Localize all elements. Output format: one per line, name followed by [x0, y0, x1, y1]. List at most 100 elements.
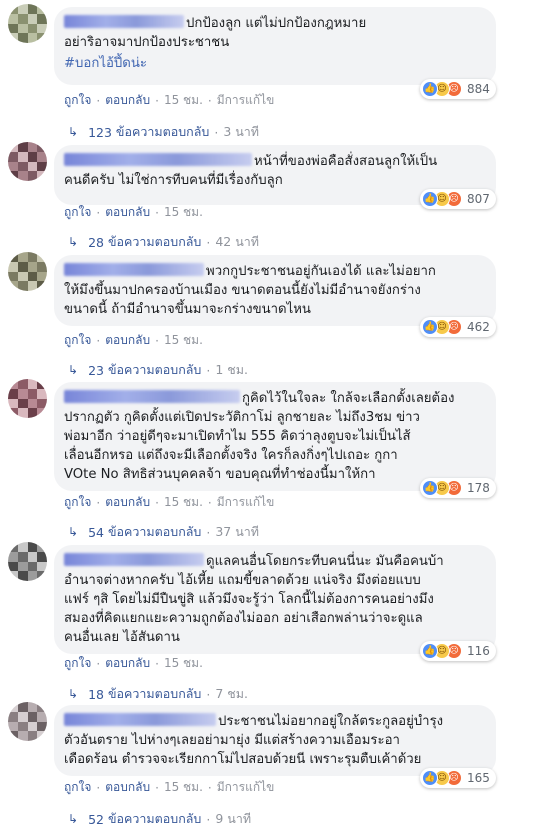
reply-timestamp: 7 ชม.: [215, 686, 248, 701]
reply-arrow-icon: ↳: [68, 125, 79, 139]
reply-count: 18: [88, 686, 104, 702]
avatar[interactable]: [8, 702, 47, 741]
view-replies-link[interactable]: ↳ 23 ข้อความตอบกลับ · 1 ชม.: [68, 360, 248, 380]
reply-arrow-icon: ↳: [68, 687, 79, 701]
avatar[interactable]: [8, 4, 47, 43]
reply-arrow-icon: ↳: [68, 235, 79, 249]
author-name[interactable]: [64, 15, 184, 28]
author-name[interactable]: [64, 390, 240, 403]
comment-timestamp[interactable]: 15 ชม.: [164, 203, 203, 222]
avatar[interactable]: [8, 252, 47, 291]
reply-link[interactable]: ตอบกลับ: [105, 91, 150, 110]
replies-label: ข้อความตอบกลับ: [107, 811, 202, 826]
separator-dot: ·: [206, 362, 211, 378]
replies-label: ข้อความตอบกลับ: [107, 234, 202, 249]
edited-label[interactable]: มีการแก้ไข: [217, 91, 275, 110]
reply-link[interactable]: ตอบกลับ: [105, 778, 150, 797]
separator-dot: ·: [96, 495, 101, 510]
comment-bubble: พวกกูประชาชนอยู่กันเองได้ และไม่อยาก ให้…: [54, 255, 496, 326]
reaction-count: 116: [467, 644, 490, 658]
view-replies-link[interactable]: ↳ 18 ข้อความตอบกลับ · 7 ชม.: [68, 684, 248, 704]
reactions-summary[interactable]: 👍 ☺ ☹ 116: [420, 641, 496, 661]
reply-timestamp: 1 ชม.: [215, 362, 248, 377]
separator-dot: ·: [206, 811, 211, 827]
reply-link[interactable]: ตอบกลับ: [105, 203, 150, 222]
like-link[interactable]: ถูกใจ: [64, 91, 91, 110]
separator-dot: ·: [96, 656, 101, 671]
replies-label: ข้อความตอบกลับ: [107, 362, 202, 377]
like-link[interactable]: ถูกใจ: [64, 203, 91, 222]
reply-link[interactable]: ตอบกลับ: [105, 331, 150, 350]
separator-dot: ·: [155, 205, 159, 220]
comment-timestamp[interactable]: 15 ชม.: [164, 778, 203, 797]
like-reaction-icon: 👍: [422, 191, 438, 207]
like-link[interactable]: ถูกใจ: [64, 778, 91, 797]
view-replies-link[interactable]: ↳ 123 ข้อความตอบกลับ · 3 นาที: [68, 122, 259, 142]
reply-count: 28: [88, 234, 104, 250]
reply-count: 23: [88, 362, 104, 378]
comment-actions: ถูกใจ · ตอบกลับ · 15 ชม.: [64, 654, 203, 673]
separator-dot: ·: [96, 333, 101, 348]
comment-timestamp[interactable]: 15 ชม.: [164, 654, 203, 673]
reactions-summary[interactable]: 👍 ☺ ☹ 884: [420, 79, 496, 99]
comment-actions: ถูกใจ · ตอบกลับ · 15 ชม.: [64, 203, 203, 222]
reply-timestamp: 9 นาที: [215, 811, 252, 826]
comment-actions: ถูกใจ · ตอบกลับ · 15 ชม. · มีการแก้ไข: [64, 778, 274, 797]
author-name[interactable]: [64, 553, 204, 566]
reaction-count: 178: [467, 481, 490, 495]
reply-timestamp: 3 นาที: [223, 124, 260, 139]
separator-dot: ·: [96, 205, 101, 220]
reactions-summary[interactable]: 👍 ☺ ☹ 178: [420, 478, 496, 498]
comment-text: ดูแลคนอื่นโดยกระทีบคนนี่นะ มันคือคนบ้า อ…: [64, 554, 444, 645]
comment-text: กูคิดไว้ในใจละ ใกล้จะเลือกตั้งเลยต้อง ปร…: [64, 391, 455, 482]
reply-arrow-icon: ↳: [68, 525, 79, 539]
reaction-count: 884: [467, 82, 490, 96]
like-reaction-icon: 👍: [422, 770, 438, 786]
like-reaction-icon: 👍: [422, 480, 438, 496]
separator-dot: ·: [206, 524, 211, 540]
like-link[interactable]: ถูกใจ: [64, 331, 91, 350]
separator-dot: ·: [207, 780, 212, 795]
comment-timestamp[interactable]: 15 ชม.: [164, 91, 203, 110]
like-link[interactable]: ถูกใจ: [64, 654, 91, 673]
view-replies-link[interactable]: ↳ 54 ข้อความตอบกลับ · 37 นาที: [68, 522, 259, 542]
like-reaction-icon: 👍: [422, 643, 438, 659]
reply-count: 54: [88, 524, 104, 540]
separator-dot: ·: [96, 93, 101, 108]
comment-timestamp[interactable]: 15 ชม.: [164, 493, 203, 512]
separator-dot: ·: [155, 333, 159, 348]
like-link[interactable]: ถูกใจ: [64, 493, 91, 512]
separator-dot: ·: [155, 656, 159, 671]
comment-bubble: ดูแลคนอื่นโดยกระทีบคนนี่นะ มันคือคนบ้า อ…: [54, 545, 496, 654]
reply-timestamp: 42 นาที: [215, 234, 260, 249]
author-name[interactable]: [64, 153, 252, 166]
view-replies-link[interactable]: ↳ 28 ข้อความตอบกลับ · 42 นาที: [68, 232, 259, 252]
avatar[interactable]: [8, 142, 47, 181]
reply-timestamp: 37 นาที: [215, 524, 260, 539]
avatar[interactable]: [8, 379, 47, 418]
replies-label: ข้อความตอบกลับ: [107, 686, 202, 701]
avatar[interactable]: [8, 542, 47, 581]
reply-link[interactable]: ตอบกลับ: [105, 493, 150, 512]
reply-link[interactable]: ตอบกลับ: [105, 654, 150, 673]
like-reaction-icon: 👍: [422, 81, 438, 97]
edited-label[interactable]: มีการแก้ไข: [217, 778, 275, 797]
reply-arrow-icon: ↳: [68, 363, 79, 377]
separator-dot: ·: [206, 686, 211, 702]
author-name[interactable]: [64, 263, 204, 276]
view-replies-link[interactable]: ↳ 52 ข้อความตอบกลับ · 9 นาที: [68, 809, 251, 829]
reactions-summary[interactable]: 👍 ☺ ☹ 165: [420, 768, 496, 788]
edited-label[interactable]: มีการแก้ไข: [217, 493, 275, 512]
author-name[interactable]: [64, 713, 216, 726]
reactions-summary[interactable]: 👍 ☺ ☹ 807: [420, 189, 496, 209]
replies-label: ข้อความตอบกลับ: [115, 124, 210, 139]
like-reaction-icon: 👍: [422, 319, 438, 335]
separator-dot: ·: [207, 495, 212, 510]
comment-timestamp[interactable]: 15 ชม.: [164, 331, 203, 350]
reaction-count: 807: [467, 192, 490, 206]
hashtag-link[interactable]: #บอกไอ้ปึ้ดน่ะ: [64, 54, 484, 73]
comment-actions: ถูกใจ · ตอบกลับ · 15 ชม. · มีการแก้ไข: [64, 493, 274, 512]
reactions-summary[interactable]: 👍 ☺ ☹ 462: [420, 317, 496, 337]
separator-dot: ·: [207, 93, 212, 108]
reaction-count: 165: [467, 771, 490, 785]
